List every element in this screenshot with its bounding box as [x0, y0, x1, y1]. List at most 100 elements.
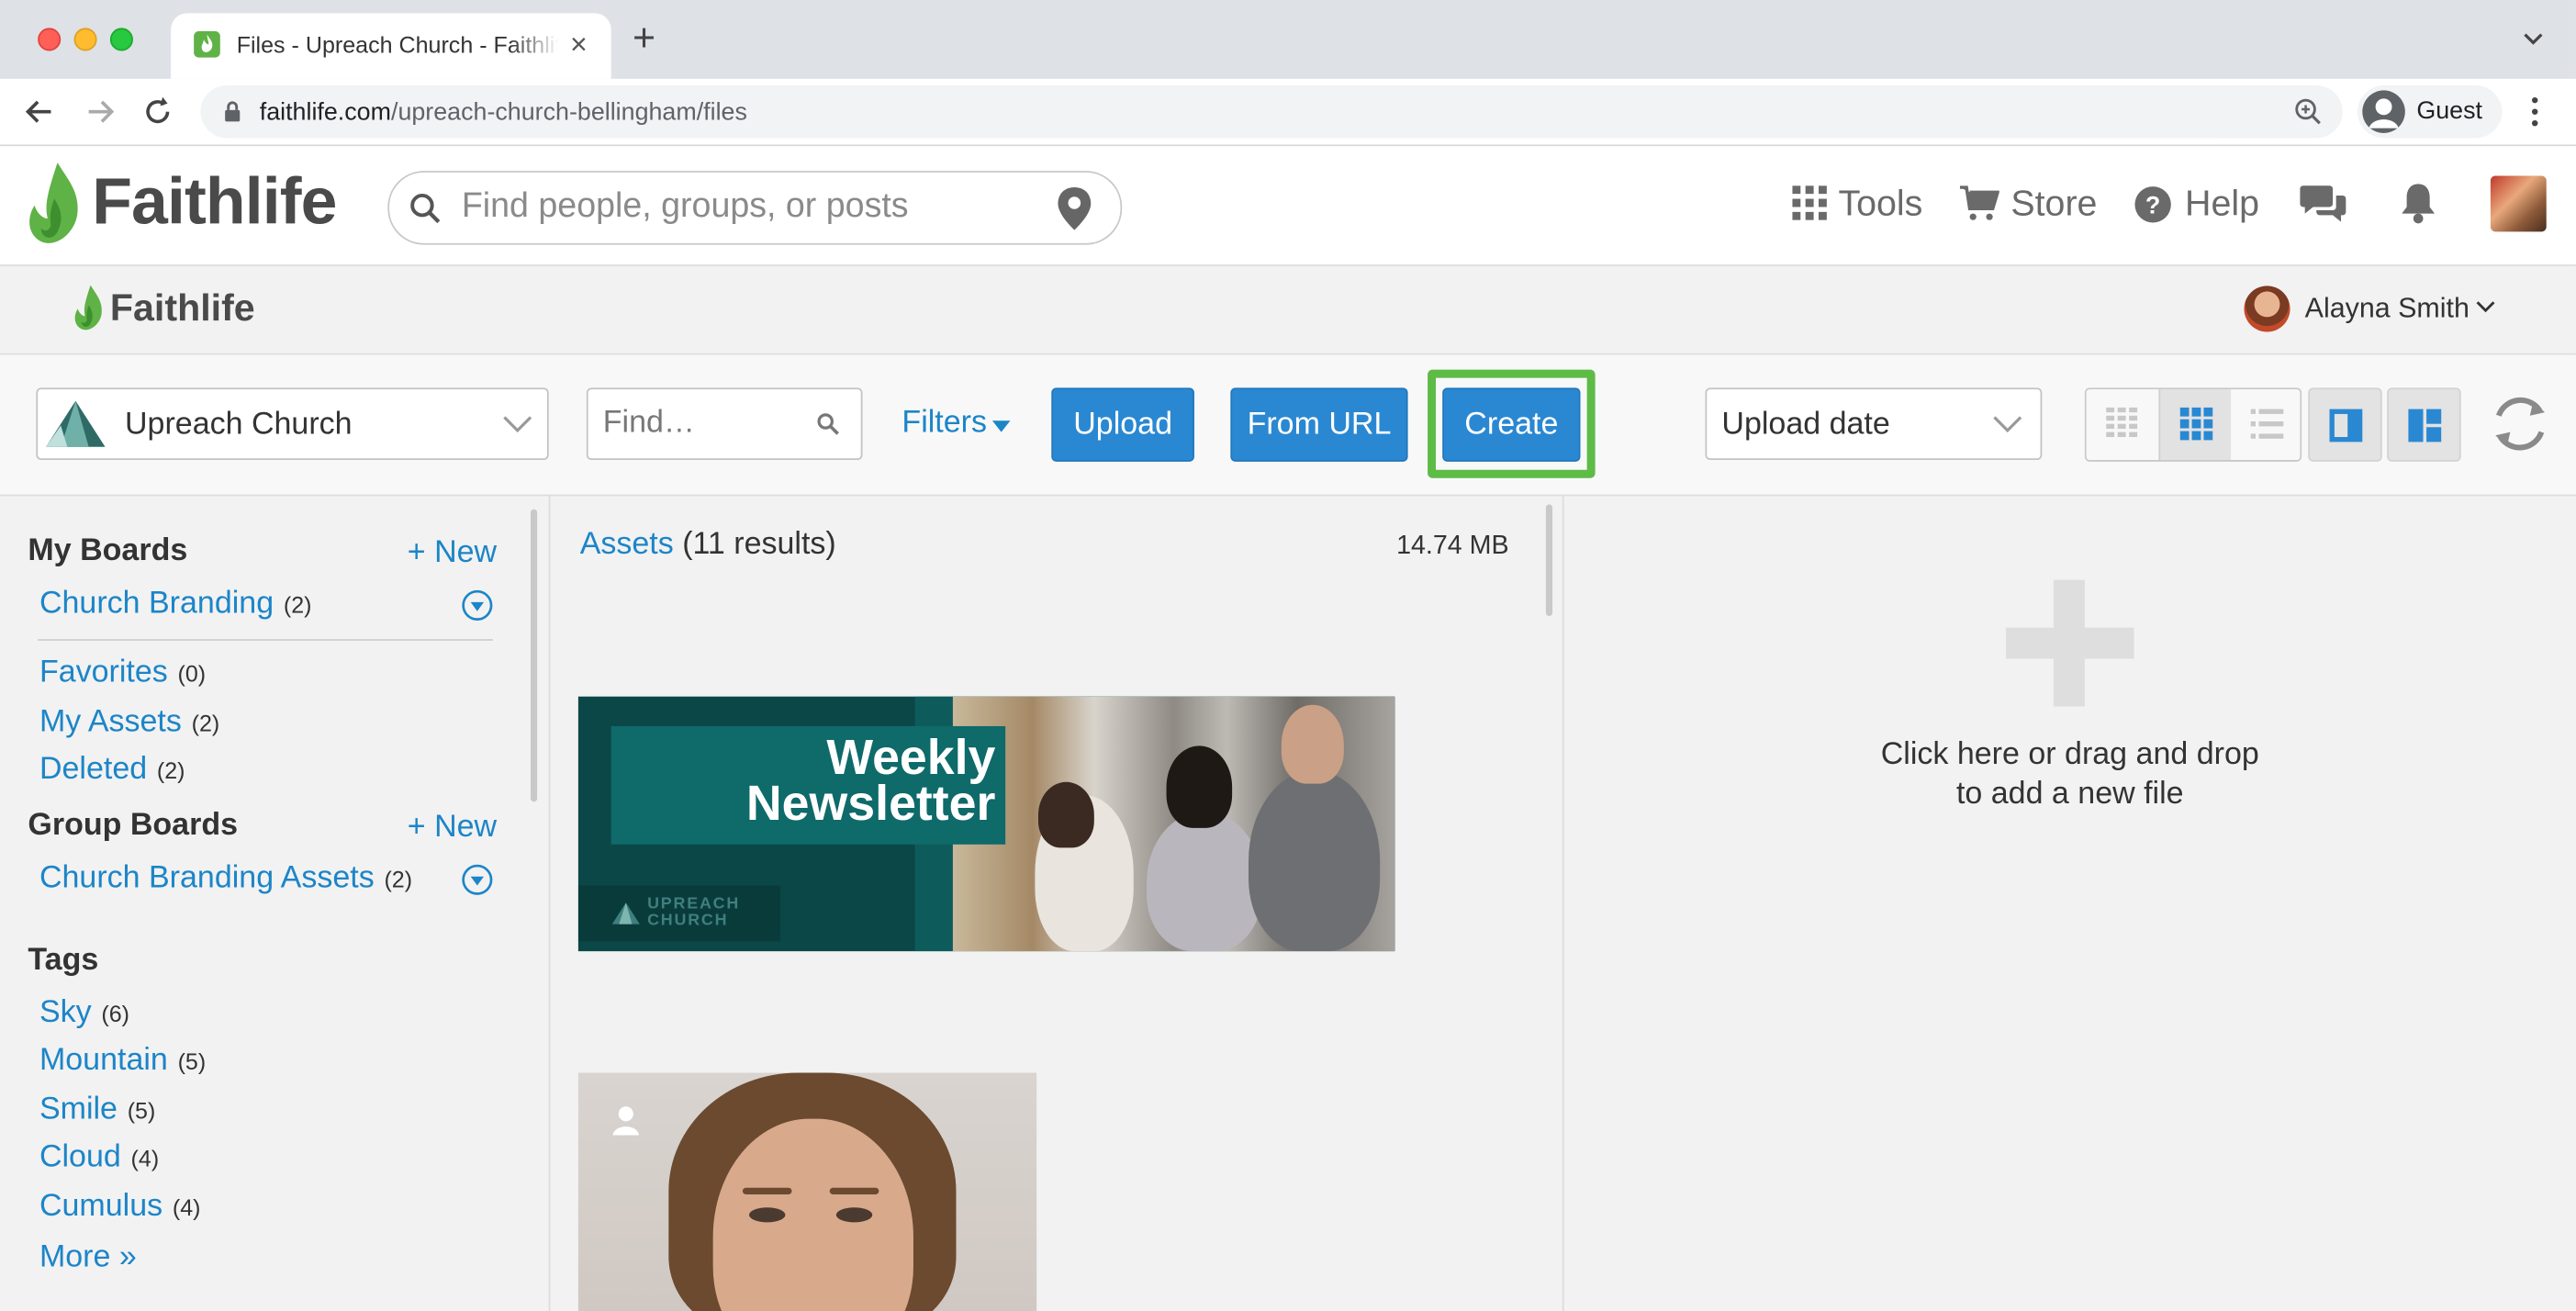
faithlife-favicon-icon: [194, 31, 220, 58]
faithlife-logo-text[interactable]: Faithlife: [92, 166, 337, 241]
drop-zone-line1: Click here or drag and drop: [1880, 737, 2259, 773]
chevron-down-icon[interactable]: [2476, 300, 2495, 313]
group-boards-heading: Group Boards: [28, 808, 239, 844]
tools-menu[interactable]: Tools: [1792, 183, 1923, 229]
forward-arrow-icon[interactable]: [82, 94, 118, 129]
board-options-chevron-icon[interactable]: [462, 864, 493, 895]
caret-down-icon[interactable]: [991, 420, 1011, 432]
tag-label: Cloud: [39, 1139, 121, 1175]
tag-link-smile[interactable]: Smile (5): [39, 1092, 155, 1128]
assets-heading: Assets (11 results): [580, 527, 836, 563]
tag-link-sky[interactable]: Sky (6): [39, 995, 129, 1031]
lock-icon: [225, 101, 241, 122]
global-search-input[interactable]: [461, 182, 1037, 232]
browser-menu-icon[interactable]: [2526, 94, 2543, 129]
close-tab-icon[interactable]: ×: [570, 28, 588, 61]
reload-icon[interactable]: [140, 94, 175, 129]
board-link-church-branding[interactable]: Church Branding (2): [39, 587, 312, 622]
split-panel-button[interactable]: [2387, 387, 2461, 462]
board-link-deleted[interactable]: Deleted (2): [39, 753, 185, 789]
user-avatar[interactable]: [2244, 286, 2290, 332]
board-count: (2): [283, 591, 312, 618]
filters-dropdown[interactable]: Filters: [902, 406, 987, 442]
board-label: Church Branding Assets: [39, 860, 375, 896]
board-link-my-assets[interactable]: My Assets (2): [39, 705, 219, 741]
address-bar[interactable]: faithlife.com/upreach-church-bellingham/…: [200, 85, 2343, 139]
newsletter-photo: [952, 696, 1395, 952]
my-boards-heading: My Boards: [28, 533, 188, 569]
board-link-church-branding-assets[interactable]: Church Branding Assets (2): [39, 861, 412, 897]
browser-tab[interactable]: Files - Upreach Church - Faithlife ×: [171, 13, 611, 79]
tab-search-chevron-icon[interactable]: [2522, 28, 2545, 50]
view-small-grid-button[interactable]: [2086, 389, 2159, 461]
upload-drop-zone[interactable]: Click here or drag and drop to add a new …: [1563, 496, 2576, 1311]
sidebar-scrollbar[interactable]: [531, 509, 538, 802]
cart-icon: [1959, 185, 1999, 220]
refresh-icon[interactable]: [2489, 391, 2551, 457]
user-name[interactable]: Alayna Smith: [2305, 293, 2470, 326]
faithlife-flame-logo-icon[interactable]: [25, 160, 84, 252]
svg-text:?: ?: [2145, 192, 2160, 219]
grid-view-icon: [2179, 407, 2213, 441]
single-panel-button[interactable]: [2308, 387, 2382, 462]
create-button[interactable]: Create: [1442, 387, 1581, 462]
board-count: (2): [384, 866, 413, 892]
from-url-button[interactable]: From URL: [1230, 387, 1408, 462]
brand-bottom: CHURCH: [647, 912, 729, 930]
more-tags-link[interactable]: More »: [39, 1240, 137, 1276]
faithlife-flame-small-icon[interactable]: [73, 283, 106, 335]
global-search[interactable]: [387, 171, 1123, 245]
search-icon: [817, 413, 839, 435]
help-menu[interactable]: ? Help: [2134, 183, 2259, 229]
find-field[interactable]: [586, 387, 863, 461]
new-tab-button[interactable]: +: [633, 19, 655, 59]
newsletter-brand-footer: UPREACH CHURCH: [577, 885, 781, 942]
profile-button[interactable]: Guest: [2357, 85, 2503, 139]
view-list-button[interactable]: [2231, 389, 2301, 461]
portrait-eye: [749, 1207, 786, 1223]
faithlife-sub-logo-text[interactable]: Faithlife: [110, 286, 255, 330]
assets-link[interactable]: Assets: [580, 527, 674, 562]
location-pin-icon[interactable]: [1057, 185, 1092, 231]
grid-icon: [1792, 185, 1827, 220]
board-options-chevron-icon[interactable]: [462, 589, 493, 621]
sidebar-panel-icon: [2329, 409, 2363, 443]
app-root: Files - Upreach Church - Faithlife × + f…: [0, 0, 2576, 1311]
header-user-avatar[interactable]: [2490, 175, 2547, 232]
back-arrow-icon[interactable]: [21, 94, 57, 129]
messages-chat-icon[interactable]: [2300, 183, 2346, 226]
board-label: Favorites: [39, 656, 168, 690]
store-label: Store: [2010, 182, 2098, 224]
brand-top: UPREACH: [647, 895, 741, 913]
new-my-board-button[interactable]: + New: [408, 535, 497, 571]
close-window-button[interactable]: [38, 28, 62, 51]
tag-label: Smile: [39, 1092, 118, 1127]
sort-select[interactable]: Upload date: [1705, 387, 2043, 461]
tag-link-mountain[interactable]: Mountain (5): [39, 1043, 206, 1079]
find-input[interactable]: [602, 406, 809, 443]
notifications-bell-icon[interactable]: [2400, 181, 2436, 225]
board-count: (2): [156, 756, 185, 784]
board-count: (2): [191, 710, 220, 736]
board-link-favorites[interactable]: Favorites (0): [39, 656, 206, 691]
asset-thumbnail-weekly-newsletter[interactable]: Weekly Newsletter UPREACH CHURCH: [577, 696, 1395, 952]
view-grid-button[interactable]: [2158, 389, 2234, 461]
total-size: 14.74 MB: [1396, 532, 1509, 561]
minimize-window-button[interactable]: [73, 28, 97, 51]
upreach-church-logo-icon: [46, 400, 106, 447]
assets-scrollbar[interactable]: [1545, 504, 1553, 617]
tag-link-cumulus[interactable]: Cumulus (4): [39, 1190, 201, 1226]
zoom-window-button[interactable]: [109, 28, 133, 51]
tag-link-cloud[interactable]: Cloud (4): [39, 1140, 159, 1176]
store-menu[interactable]: Store: [1959, 182, 2098, 229]
group-select[interactable]: Upreach Church: [36, 387, 549, 461]
upload-button[interactable]: Upload: [1051, 387, 1194, 462]
asset-thumbnail-portrait[interactable]: [577, 1072, 1037, 1311]
zoom-icon[interactable]: [2293, 97, 2323, 127]
drop-zone-text: Click here or drag and drop to add a new …: [1823, 736, 2316, 815]
tag-count: (6): [101, 1000, 130, 1027]
board-label: Deleted: [39, 752, 148, 788]
tag-count: (4): [172, 1193, 201, 1221]
help-label: Help: [2185, 182, 2260, 224]
new-group-board-button[interactable]: + New: [408, 810, 497, 846]
